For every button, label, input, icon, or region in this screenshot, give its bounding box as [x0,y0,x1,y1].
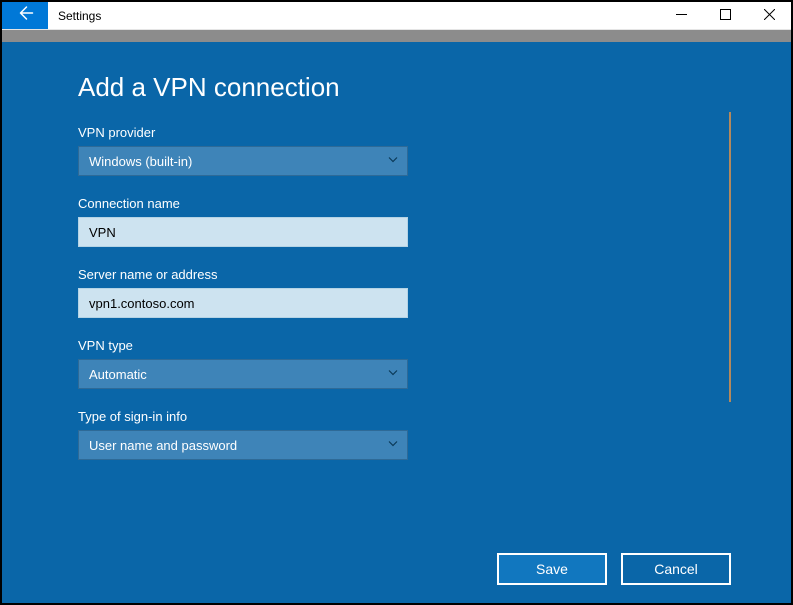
vpn-type-group: VPN type Automatic [78,338,715,389]
secondary-bar [2,30,791,42]
connection-name-value: VPN [89,225,116,240]
chevron-down-icon [387,438,399,453]
minimize-button[interactable] [659,2,703,29]
connection-name-label: Connection name [78,196,715,211]
sign-in-type-group: Type of sign-in info User name and passw… [78,409,715,460]
maximize-button[interactable] [703,2,747,29]
scrollbar[interactable] [729,112,731,402]
minimize-icon [676,8,687,23]
server-address-group: Server name or address vpn1.contoso.com [78,267,715,318]
back-button[interactable] [2,2,48,29]
cancel-label: Cancel [654,561,698,577]
window-title: Settings [48,2,111,29]
content-panel: Add a VPN connection VPN provider Window… [2,42,791,603]
vpn-provider-value: Windows (built-in) [89,154,192,169]
server-address-input[interactable]: vpn1.contoso.com [78,288,408,318]
vpn-type-select[interactable]: Automatic [78,359,408,389]
vpn-provider-label: VPN provider [78,125,715,140]
chevron-down-icon [387,367,399,382]
vpn-provider-select[interactable]: Windows (built-in) [78,146,408,176]
footer-buttons: Save Cancel [497,553,731,585]
arrow-left-icon [16,4,34,27]
sign-in-type-value: User name and password [89,438,237,453]
chevron-down-icon [387,154,399,169]
sign-in-type-select[interactable]: User name and password [78,430,408,460]
page-title: Add a VPN connection [78,72,715,103]
connection-name-input[interactable]: VPN [78,217,408,247]
vpn-provider-group: VPN provider Windows (built-in) [78,125,715,176]
close-icon [764,8,775,23]
maximize-icon [720,8,731,23]
cancel-button[interactable]: Cancel [621,553,731,585]
server-address-label: Server name or address [78,267,715,282]
title-bar: Settings [2,2,791,30]
vpn-type-label: VPN type [78,338,715,353]
save-label: Save [536,561,568,577]
server-address-value: vpn1.contoso.com [89,296,195,311]
connection-name-group: Connection name VPN [78,196,715,247]
close-button[interactable] [747,2,791,29]
sign-in-type-label: Type of sign-in info [78,409,715,424]
window-controls [659,2,791,29]
save-button[interactable]: Save [497,553,607,585]
vpn-type-value: Automatic [89,367,147,382]
